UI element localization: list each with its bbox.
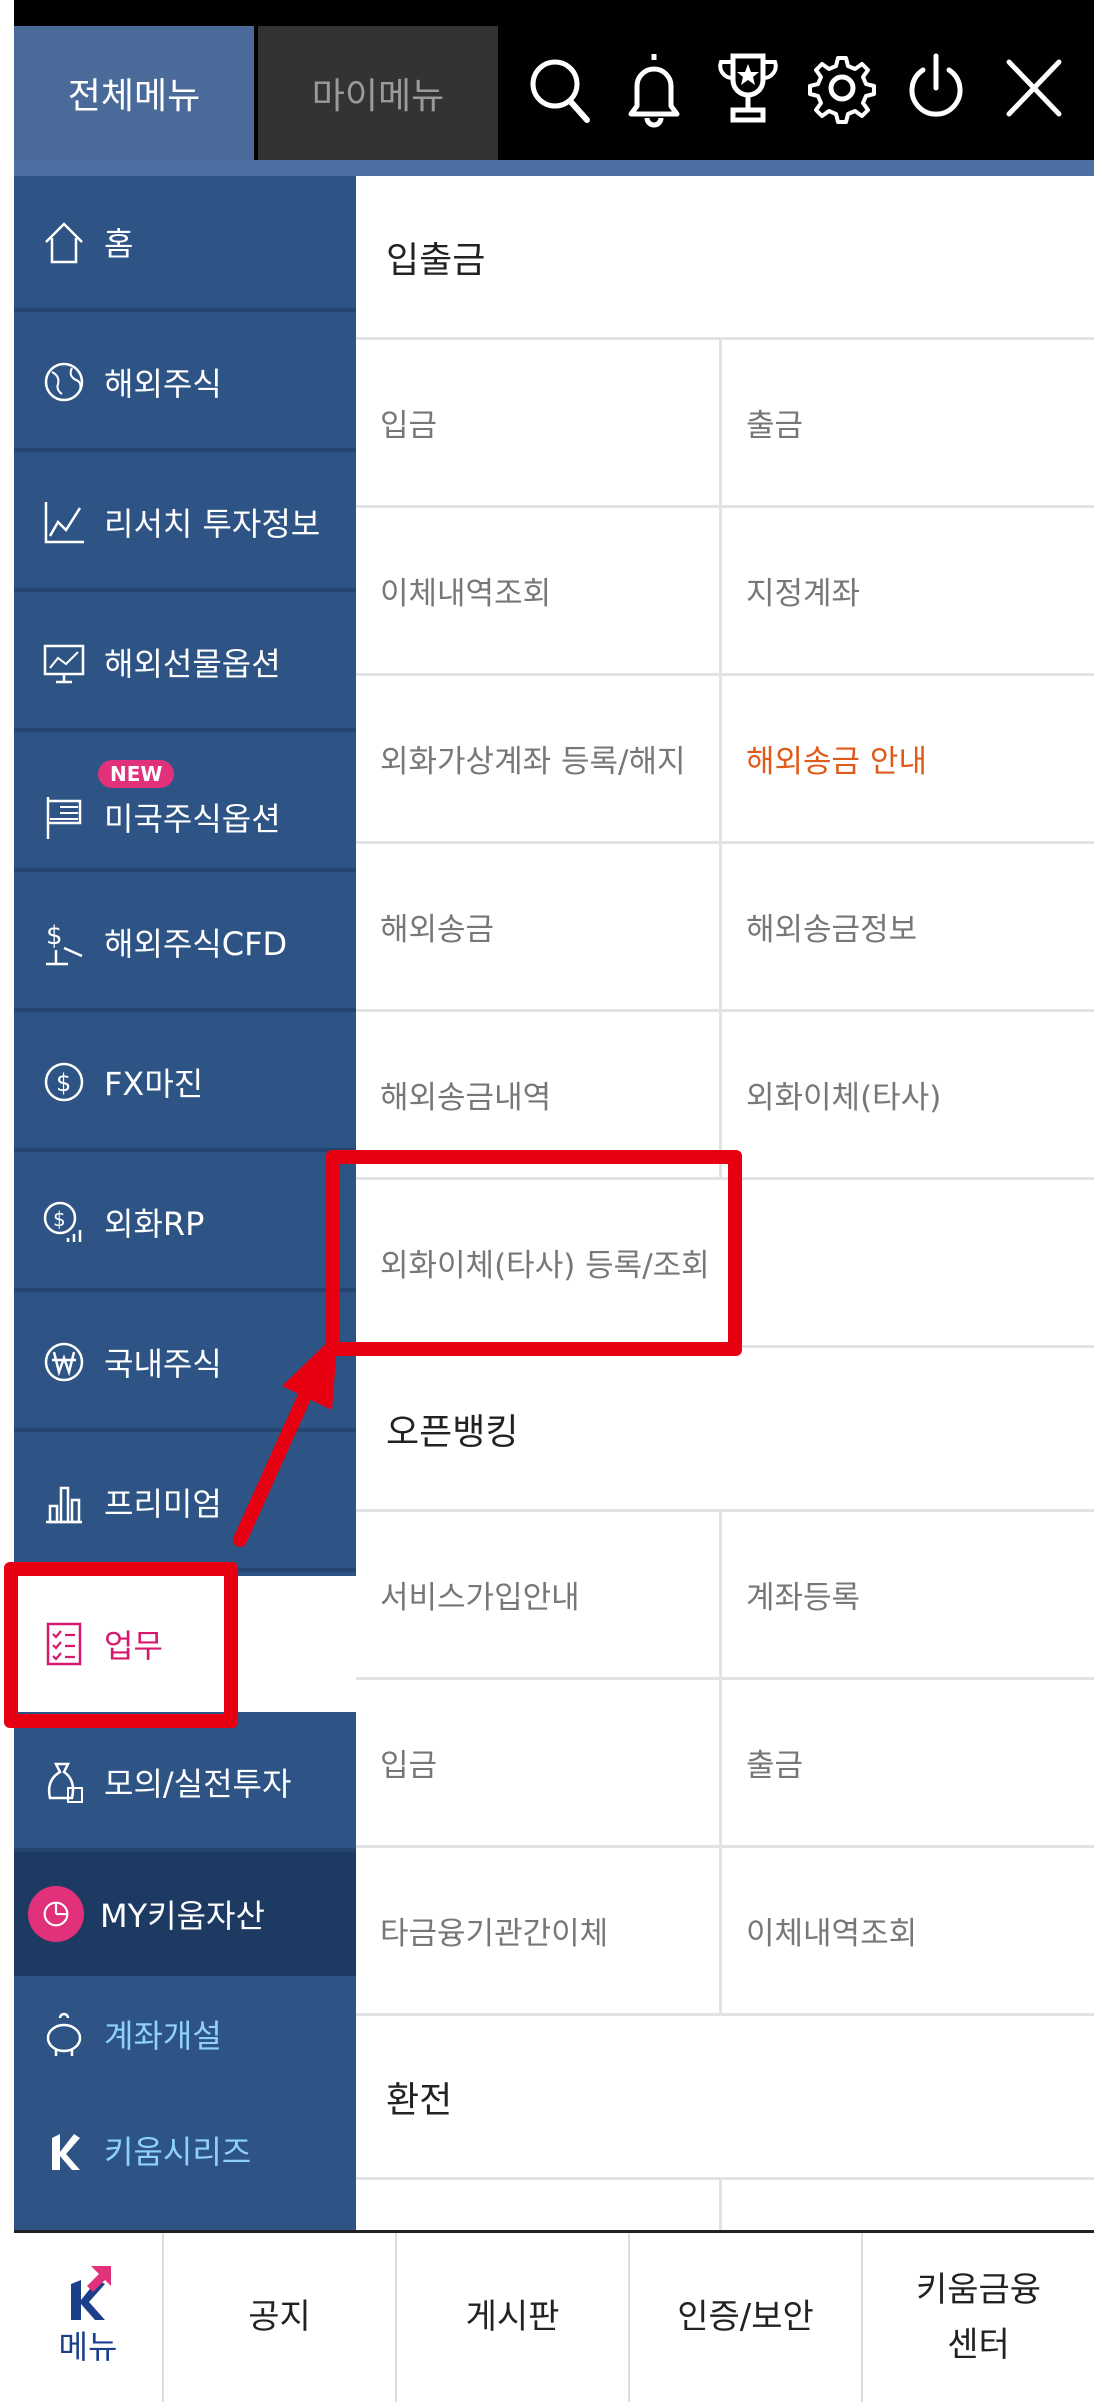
tab-all-menu[interactable]: 전체메뉴 <box>14 26 254 160</box>
bell-icon[interactable] <box>614 40 694 136</box>
sidebar-item-label: 리서치 투자정보 <box>104 505 321 543</box>
bottom-board[interactable]: 게시판 <box>395 2233 628 2402</box>
menu-service-signup[interactable]: 서비스가입안내 <box>356 1512 722 1680</box>
menu-account-register[interactable]: 계좌등록 <box>722 1512 1094 1680</box>
sidebar-item-label: 국내주식 <box>104 1345 222 1383</box>
menu-inter-bank-transfer[interactable]: 타금융기관간이체 <box>356 1848 722 2016</box>
money-bag-icon <box>40 1754 88 1810</box>
monitor-chart-icon <box>40 634 88 690</box>
menu-ob-deposit[interactable]: 입금 <box>356 1680 722 1848</box>
menu-designated-account[interactable]: 지정계좌 <box>722 508 1094 676</box>
kiwoom-logo-icon <box>71 2265 111 2320</box>
globe-icon <box>40 354 88 410</box>
menu-withdraw[interactable]: 출금 <box>722 340 1094 508</box>
menu-ob-transfer-history[interactable]: 이체내역조회 <box>722 1848 1094 2016</box>
section-title-deposit: 입출금 <box>356 176 1094 340</box>
bar-icon <box>40 1474 88 1530</box>
sidebar-item-account-open[interactable]: 계좌개설 <box>14 1976 356 2092</box>
won-circle-icon <box>40 1334 88 1390</box>
sidebar-item-label: 모의/실전투자 <box>104 1765 292 1803</box>
tab-my-menu[interactable]: 마이메뉴 <box>258 26 498 160</box>
trophy-icon[interactable] <box>708 40 788 136</box>
dollar-circle-icon: $ <box>40 1054 88 1110</box>
sidebar: 홈 해외주식 리서치 투자정보 해외선물옵션 NEW 미국주식옵션 $ 해외주식… <box>14 176 356 2230</box>
dollar-growth-icon: $ <box>40 1194 88 1250</box>
pie-icon <box>28 1886 84 1942</box>
sidebar-item-cfd[interactable]: $ 해외주식CFD <box>14 876 356 1012</box>
sidebar-item-fx-rp[interactable]: $ 외화RP <box>14 1156 356 1292</box>
left-edge <box>0 0 14 2230</box>
dollar-scale-icon: $ <box>40 914 88 970</box>
menu-overseas-remit[interactable]: 해외송금 <box>356 844 722 1012</box>
section-title-open-banking: 오픈뱅킹 <box>356 1348 1094 1512</box>
bottom-notice[interactable]: 공지 <box>162 2233 395 2402</box>
empty-cell <box>722 1180 1094 1348</box>
menu-fx-virtual-account[interactable]: 외화가상계좌 등록/해지 <box>356 676 722 844</box>
close-icon[interactable] <box>994 40 1074 136</box>
new-badge: NEW <box>98 760 175 788</box>
annotation-arrow <box>233 1332 338 1547</box>
menu-ob-withdraw[interactable]: 출금 <box>722 1680 1094 1848</box>
sidebar-item-us-options[interactable]: NEW 미국주식옵션 <box>14 736 356 872</box>
home-icon <box>40 214 88 270</box>
sidebar-item-label: 외화RP <box>104 1205 205 1243</box>
menu-deposit[interactable]: 입금 <box>356 340 722 508</box>
sidebar-item-fx-margin[interactable]: $ FX마진 <box>14 1016 356 1152</box>
sidebar-item-label: 홈 <box>104 225 134 263</box>
cell-partial <box>356 2180 722 2230</box>
sidebar-item-my-assets[interactable]: MY키움자산 <box>14 1852 356 1976</box>
top-bar-divider <box>14 160 1094 176</box>
section-title-exchange: 환전 <box>356 2016 1094 2180</box>
sidebar-item-label: 키움시리즈 <box>104 2133 252 2171</box>
sidebar-item-label: 프리미엄 <box>104 1485 222 1523</box>
k-logo-icon <box>40 2122 88 2178</box>
sidebar-item-label: 해외선물옵션 <box>104 645 281 683</box>
flag-icon <box>40 789 88 845</box>
svg-text:$: $ <box>56 1069 71 1097</box>
gear-icon[interactable] <box>802 40 882 136</box>
search-icon[interactable] <box>520 40 600 136</box>
menu-transfer-history[interactable]: 이체내역조회 <box>356 508 722 676</box>
sidebar-item-label: 계좌개설 <box>104 2017 222 2055</box>
svg-text:$: $ <box>53 1207 66 1231</box>
highlight-box-fx-transfer-register <box>326 1150 742 1356</box>
bottom-nav: 메뉴 공지 게시판 인증/보안 키움금융 센터 <box>14 2230 1094 2402</box>
highlight-box-business <box>4 1562 238 1728</box>
sidebar-item-home[interactable]: 홈 <box>14 176 356 312</box>
sidebar-item-label: FX마진 <box>104 1065 204 1103</box>
sidebar-item-overseas-stock[interactable]: 해외주식 <box>14 316 356 452</box>
sidebar-item-overseas-futures[interactable]: 해외선물옵션 <box>14 596 356 732</box>
bottom-menu-button[interactable]: 메뉴 <box>14 2233 162 2402</box>
bottom-auth-security[interactable]: 인증/보안 <box>628 2233 861 2402</box>
bottom-menu-label: 메뉴 <box>58 2327 118 2366</box>
sidebar-item-label: 해외주식 <box>104 365 222 403</box>
chart-icon <box>40 494 88 550</box>
svg-text:$: $ <box>46 921 63 951</box>
sidebar-item-kiwoom-series[interactable]: 키움시리즈 <box>14 2092 356 2208</box>
sidebar-item-label: MY키움자산 <box>100 1897 265 1935</box>
sidebar-item-research[interactable]: 리서치 투자정보 <box>14 456 356 592</box>
sidebar-item-mock-trading[interactable]: 모의/실전투자 <box>14 1716 356 1852</box>
bottom-finance-center[interactable]: 키움금융 센터 <box>861 2233 1094 2402</box>
menu-fx-transfer-other[interactable]: 외화이체(타사) <box>722 1012 1094 1180</box>
power-icon[interactable] <box>896 40 976 136</box>
menu-overseas-remit-info[interactable]: 해외송금정보 <box>722 844 1094 1012</box>
sidebar-item-label: 미국주식옵션 <box>104 800 281 838</box>
piggy-icon <box>40 2006 88 2062</box>
sidebar-item-label: 해외주식CFD <box>104 925 288 963</box>
menu-overseas-remit-guide[interactable]: 해외송금 안내 <box>722 676 1094 844</box>
